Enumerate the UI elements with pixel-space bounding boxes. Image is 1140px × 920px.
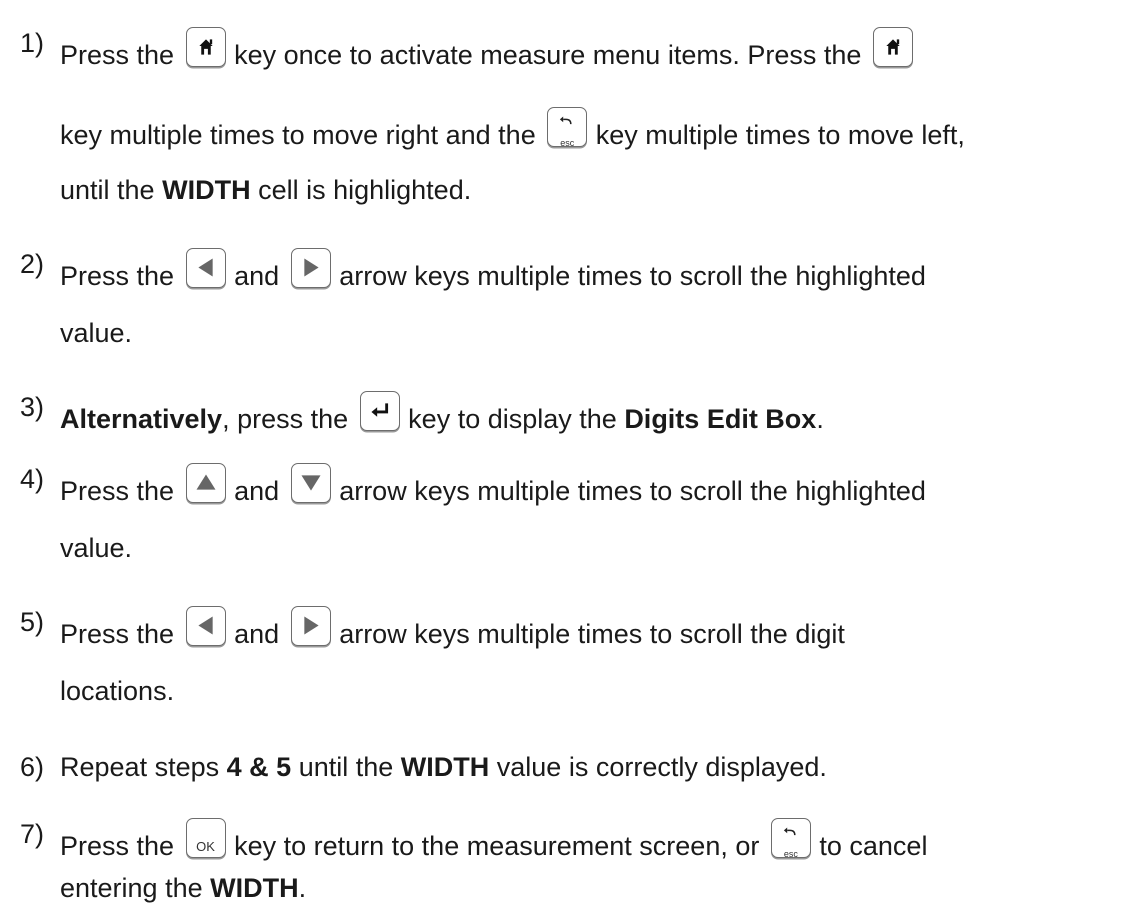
enter-icon	[371, 403, 388, 417]
left-arrow-icon	[197, 258, 213, 277]
home-key	[185, 27, 226, 67]
esc-key: esc	[770, 818, 811, 859]
esc-key: esc	[547, 107, 588, 148]
width-term: WIDTH	[210, 873, 299, 903]
right-arrow-icon	[304, 616, 319, 635]
left-arrow-icon	[197, 616, 213, 635]
down-arrow-icon	[301, 475, 321, 491]
right-arrow-icon	[304, 258, 319, 277]
step-number: 5)	[20, 607, 45, 637]
steps-ref-term: 4 & 5	[226, 752, 292, 782]
home-icon	[886, 39, 900, 55]
ok-key: OK	[185, 818, 226, 858]
alternatively-term: Alternatively	[60, 404, 223, 434]
home-icon	[198, 39, 213, 55]
step-number: 4)	[20, 464, 45, 494]
up-arrow-icon	[196, 474, 216, 490]
left-key	[185, 606, 226, 646]
right-key	[290, 248, 331, 288]
left-key	[185, 248, 226, 288]
step-number: 6)	[20, 752, 45, 782]
right-key	[290, 606, 331, 646]
home-key	[872, 27, 913, 67]
width-term: WIDTH	[400, 752, 490, 782]
up-key	[185, 463, 226, 503]
width-term: WIDTH	[162, 175, 251, 205]
digits-edit-box-term: Digits Edit Box	[624, 404, 817, 434]
step-number: 2)	[20, 249, 45, 279]
ok-icon: OK	[196, 839, 215, 854]
step-number: 3)	[20, 392, 45, 422]
step-number: 1)	[20, 28, 45, 58]
enter-key	[359, 391, 400, 431]
down-key	[290, 463, 331, 503]
step-number: 7)	[20, 819, 45, 849]
